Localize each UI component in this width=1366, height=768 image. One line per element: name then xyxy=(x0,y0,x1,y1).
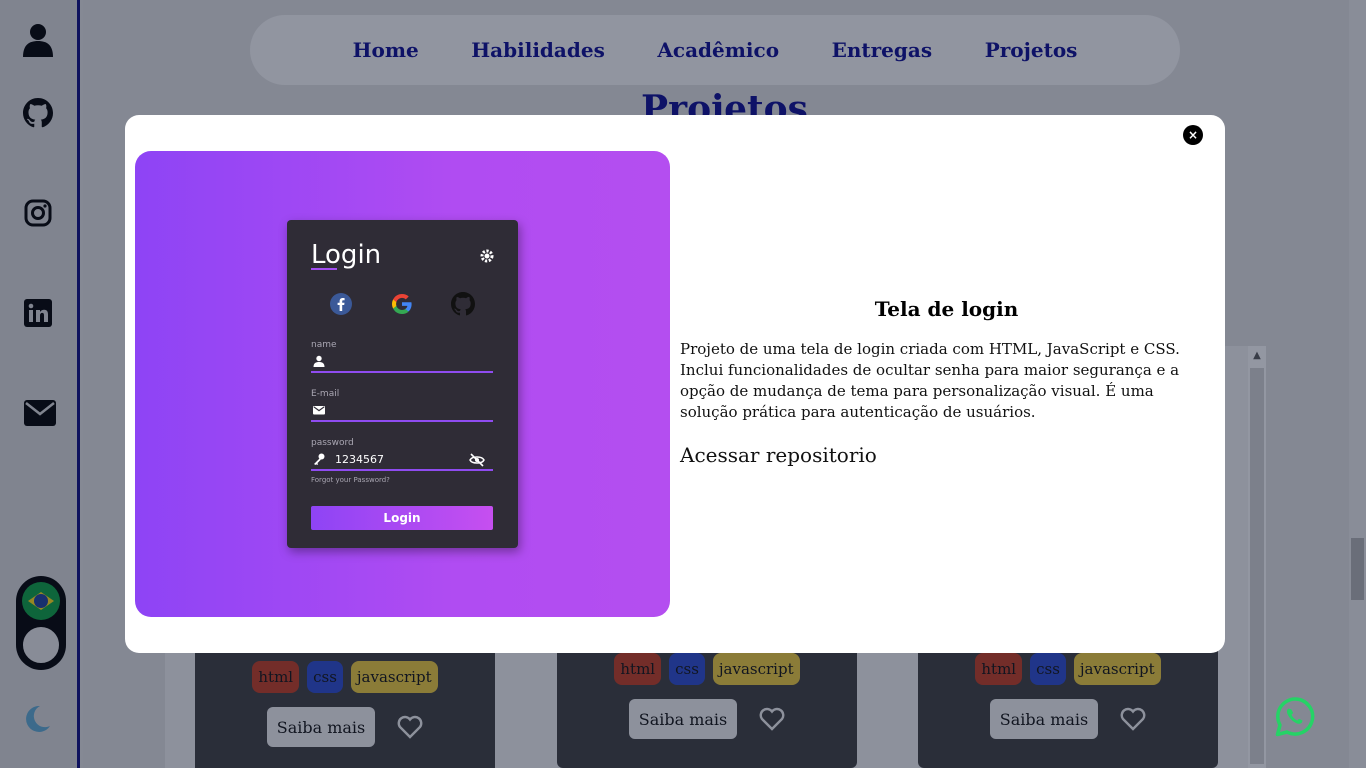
modal-description: Projeto de uma tela de login criada com … xyxy=(680,340,1180,421)
title-underline xyxy=(311,268,337,270)
email-label: E-mail xyxy=(311,389,340,399)
preview-login-button: Login xyxy=(311,506,493,530)
project-modal: × Login name E-mail password 1234567 For… xyxy=(125,115,1225,653)
login-card-preview: Login name E-mail password 1234567 Forgo… xyxy=(287,220,518,548)
eye-slash-icon xyxy=(469,453,485,467)
github-icon xyxy=(451,292,475,316)
preview-title: Login xyxy=(311,240,382,270)
forgot-password-link: Forgot your Password? xyxy=(311,476,390,484)
mail-icon xyxy=(313,406,325,415)
name-label: name xyxy=(311,340,337,350)
name-field xyxy=(311,351,493,373)
repository-link[interactable]: Acessar repositorio xyxy=(680,443,877,467)
key-icon xyxy=(314,453,325,465)
modal-title: Tela de login xyxy=(874,297,1019,321)
facebook-icon xyxy=(330,293,352,315)
close-button[interactable]: × xyxy=(1183,125,1203,145)
password-value: 1234567 xyxy=(335,453,384,466)
gear-icon xyxy=(480,249,494,263)
email-field xyxy=(311,400,493,422)
password-label: password xyxy=(311,438,354,448)
whatsapp-icon[interactable] xyxy=(1274,696,1316,738)
project-preview-image: Login name E-mail password 1234567 Forgo… xyxy=(135,151,670,617)
google-icon xyxy=(392,294,412,314)
user-icon xyxy=(313,355,325,367)
password-field: 1234567 xyxy=(311,449,493,471)
